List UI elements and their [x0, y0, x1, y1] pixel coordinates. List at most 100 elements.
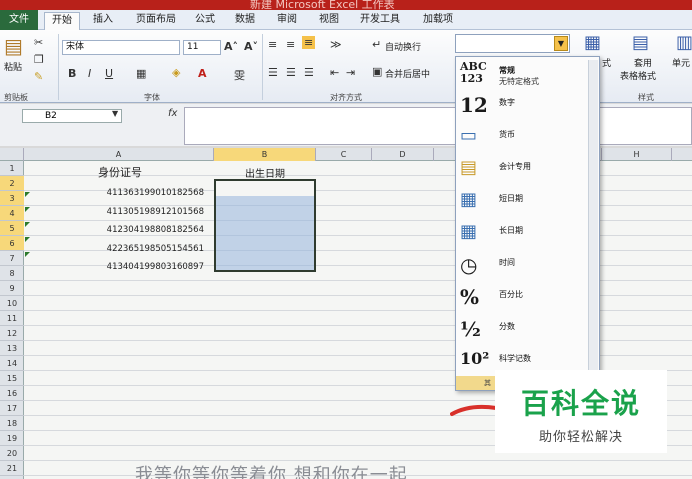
- format-item-percentage[interactable]: % 百分比: [456, 283, 588, 315]
- paste-icon[interactable]: ▤: [4, 34, 23, 58]
- font-name-select[interactable]: 宋体: [62, 40, 180, 55]
- row-header[interactable]: 13: [0, 341, 24, 356]
- shrink-font-icon[interactable]: A˅: [244, 40, 258, 53]
- format-item-fraction[interactable]: ½ 分数: [456, 315, 588, 347]
- orientation-icon[interactable]: ≫: [330, 38, 342, 51]
- row-header[interactable]: 18: [0, 416, 24, 431]
- tab-file[interactable]: 文件: [0, 10, 38, 30]
- id-cell[interactable]: 422365198505154561: [44, 244, 204, 254]
- cell-style-button[interactable]: 单元: [672, 56, 690, 69]
- cut-icon[interactable]: ✂: [34, 36, 43, 49]
- cell-b1-header[interactable]: 出生日期: [214, 165, 316, 180]
- tab-view[interactable]: 视图: [314, 12, 344, 30]
- cell-a1-header[interactable]: 身份证号: [40, 164, 200, 180]
- format-item-long-date[interactable]: ▦ 长日期: [456, 219, 588, 251]
- column-header-a[interactable]: A: [24, 148, 214, 161]
- active-cell[interactable]: [216, 181, 314, 196]
- border-icon[interactable]: ▦: [136, 67, 146, 80]
- format-item-short-date[interactable]: ▦ 短日期: [456, 187, 588, 219]
- grow-font-icon[interactable]: A˄: [224, 40, 238, 53]
- column-header-c[interactable]: C: [316, 148, 372, 161]
- id-cell[interactable]: 412304198808182564: [44, 225, 204, 235]
- row-header[interactable]: 17: [0, 401, 24, 416]
- tab-review[interactable]: 审阅: [272, 12, 302, 30]
- format-item-time[interactable]: ◷ 时间: [456, 251, 588, 283]
- insert-function-icon[interactable]: fx: [168, 108, 177, 119]
- selected-range[interactable]: [214, 179, 316, 272]
- table-format-button-top[interactable]: 套用: [634, 56, 652, 69]
- tab-addins[interactable]: 加载项: [418, 12, 458, 30]
- tab-home[interactable]: 开始: [44, 12, 80, 30]
- font-color-icon[interactable]: A: [198, 67, 207, 80]
- conditional-format-button[interactable]: 式: [602, 56, 611, 69]
- phonetic-icon[interactable]: 雯: [234, 67, 245, 83]
- align-center-icon[interactable]: ☰: [286, 66, 296, 79]
- row-header[interactable]: 15: [0, 371, 24, 386]
- row-header[interactable]: 11: [0, 311, 24, 326]
- number-format-dropdown-button[interactable]: ▼: [554, 36, 568, 51]
- tab-insert[interactable]: 插入: [88, 12, 118, 30]
- merge-icon[interactable]: ▣: [372, 65, 382, 78]
- decrease-indent-icon[interactable]: ⇤: [330, 66, 339, 79]
- format-item-currency[interactable]: ▭ 货币: [456, 123, 588, 155]
- align-top-icon[interactable]: ≡: [268, 38, 277, 51]
- format-item-accounting[interactable]: ▤ 会计专用: [456, 155, 588, 187]
- table-format-button[interactable]: 表格格式: [620, 69, 656, 82]
- copy-icon[interactable]: ❐: [34, 53, 44, 66]
- number-format-combo[interactable]: [455, 34, 570, 53]
- align-right-icon[interactable]: ☰: [304, 66, 314, 79]
- column-header-d[interactable]: D: [372, 148, 434, 161]
- row-header[interactable]: 4: [0, 206, 24, 221]
- row-header[interactable]: 9: [0, 281, 24, 296]
- column-header-h[interactable]: H: [602, 148, 672, 161]
- align-bottom-icon[interactable]: ≡: [302, 36, 316, 49]
- tab-data[interactable]: 数据: [230, 12, 260, 30]
- align-left-icon[interactable]: ☰: [268, 66, 278, 79]
- row-header[interactable]: 6: [0, 236, 24, 251]
- select-all-corner[interactable]: [0, 148, 24, 161]
- name-box-dropdown-icon[interactable]: ▼: [112, 109, 118, 118]
- row-header[interactable]: 19: [0, 431, 24, 446]
- row-header[interactable]: 10: [0, 296, 24, 311]
- font-group-label: 字体: [144, 93, 160, 102]
- column-header-b[interactable]: B: [214, 148, 316, 161]
- row-header[interactable]: 20: [0, 446, 24, 461]
- cell-style-icon[interactable]: ▥: [676, 32, 692, 53]
- format-painter-icon[interactable]: ✎: [34, 70, 43, 83]
- fill-color-icon[interactable]: ◈: [172, 66, 180, 79]
- row-header[interactable]: 2: [0, 176, 24, 191]
- underline-button[interactable]: U: [105, 67, 113, 80]
- row-header[interactable]: 12: [0, 326, 24, 341]
- id-cell[interactable]: 413404199803160897: [44, 262, 204, 272]
- wrap-text-button[interactable]: 自动换行: [385, 40, 421, 53]
- row-header[interactable]: 16: [0, 386, 24, 401]
- id-cell[interactable]: 411305198912101568: [44, 207, 204, 217]
- italic-button[interactable]: I: [88, 67, 91, 80]
- tab-formulas[interactable]: 公式: [190, 12, 220, 30]
- row-header[interactable]: 8: [0, 266, 24, 281]
- format-item-general[interactable]: ABC 123 常规 无特定格式: [456, 59, 588, 91]
- tab-page-layout[interactable]: 页面布局: [128, 12, 184, 30]
- row-header[interactable]: 5: [0, 221, 24, 236]
- table-format-icon[interactable]: ▤: [632, 32, 649, 53]
- row-header[interactable]: 1: [0, 161, 24, 176]
- format-label: 会计专用: [499, 162, 531, 171]
- paste-button[interactable]: 粘贴: [4, 60, 22, 73]
- dropdown-scrollbar[interactable]: [588, 60, 598, 375]
- bold-button[interactable]: B: [68, 67, 76, 80]
- increase-indent-icon[interactable]: ⇥: [346, 66, 355, 79]
- id-cell[interactable]: 411363199010182568: [44, 188, 204, 198]
- formula-input[interactable]: [184, 107, 692, 145]
- wrap-text-icon[interactable]: ↵: [372, 38, 381, 51]
- tab-developer[interactable]: 开发工具: [356, 12, 404, 30]
- align-middle-icon[interactable]: ≡: [286, 38, 295, 51]
- row-header[interactable]: 21: [0, 461, 24, 476]
- conditional-format-icon[interactable]: ▦: [584, 32, 601, 53]
- format-item-number[interactable]: 12 数字: [456, 91, 588, 123]
- font-size-select[interactable]: 11: [183, 40, 221, 55]
- name-box[interactable]: B2: [22, 109, 122, 123]
- row-header[interactable]: 14: [0, 356, 24, 371]
- row-header[interactable]: 3: [0, 191, 24, 206]
- merge-center-button[interactable]: 合并后居中: [385, 67, 430, 80]
- row-header[interactable]: 7: [0, 251, 24, 266]
